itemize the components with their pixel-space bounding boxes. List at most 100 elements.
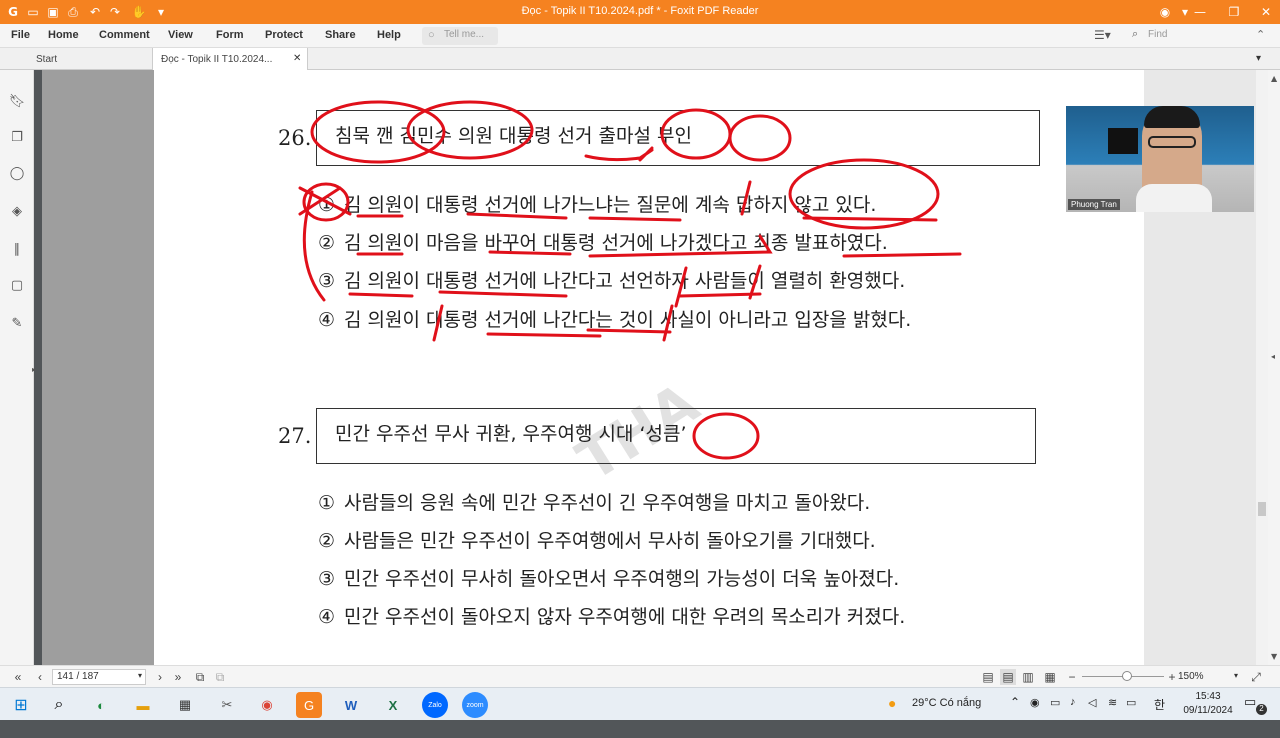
fullscreen-icon[interactable]: ⤢ — [1248, 669, 1264, 685]
option-text: 김 의원이 마음을 바꾸어 대통령 선거에 나가겠다고 최종 발표하였다. — [344, 232, 888, 254]
q27-option-2[interactable]: ② 사람들은 민간 우주선이 우주여행에서 무사히 돌아오기를 기대했다. — [318, 526, 876, 553]
layers-icon[interactable]: ◈ — [8, 202, 26, 220]
tell-me-search[interactable]: ○ Tell me... — [422, 27, 498, 45]
document-viewport[interactable]: THA 26. 침묵 깬 김민수 의원 대통령 선거 출마설 부인 ①김 의원이… — [42, 70, 1144, 665]
q26-option-4[interactable]: ④ 김 의원이 대통령 선거에 나간다는 것이 사실이 아니라고 입장을 밝혔다. — [318, 305, 911, 332]
pages-icon[interactable]: ❐ — [8, 128, 26, 146]
tab-start[interactable]: Start — [28, 48, 152, 70]
speaker-icon[interactable]: ◁ — [1088, 696, 1096, 729]
option-text: 사람들은 민간 우주선이 우주여행에서 무사히 돌아오기를 기대했다. — [344, 530, 876, 552]
battery-icon[interactable]: ▭ — [1126, 696, 1136, 729]
webcam-overlay[interactable]: Phuong Tran — [1066, 106, 1254, 212]
account-icon[interactable]: ◉ — [1156, 3, 1174, 21]
menu-protect[interactable]: Protect — [265, 29, 303, 41]
wifi-icon[interactable]: ≋ — [1108, 696, 1117, 729]
option-text: 김 의원이 대통령 선거에 나가느냐는 질문에 계속 답하지 않고 있다. — [344, 194, 877, 216]
zoom-dropdown-icon[interactable]: ▾ — [1234, 671, 1238, 680]
notification-icon[interactable]: ▭ — [1244, 694, 1256, 727]
zoom-level[interactable]: 150% ▾ — [1178, 669, 1244, 685]
last-page-icon[interactable]: » — [170, 669, 186, 685]
ribbon-menu-bar: File Home Comment View Form Protect Shar… — [0, 24, 1280, 48]
comments-icon[interactable]: ◯ — [8, 164, 26, 182]
find-placeholder: Find — [1148, 29, 1168, 40]
facing-view-icon[interactable]: ▥ — [1020, 669, 1036, 685]
search-icon: ⌕ — [1132, 28, 1139, 40]
signature-icon[interactable]: ✎ — [8, 314, 26, 332]
weather-text[interactable]: 29°C Có nắng — [912, 697, 981, 730]
security-lock-icon[interactable]: ▢ — [8, 276, 26, 294]
close-button[interactable]: ✕ — [1246, 0, 1280, 24]
chrome-icon[interactable]: ◉ — [254, 692, 280, 718]
continuous-view-icon[interactable]: ▤ — [1000, 669, 1016, 685]
next-view-icon[interactable]: ⧉ — [212, 669, 228, 685]
q27-option-3[interactable]: ③ 민간 우주선이 무사히 돌아오면서 우주여행의 가능성이 더욱 높아졌다. — [318, 564, 899, 591]
page-dropdown-icon[interactable]: ▾ — [138, 671, 142, 680]
language-icon[interactable]: 한 — [1154, 696, 1165, 729]
search-icon[interactable]: ⌕ — [46, 692, 72, 718]
webcam-hair — [1144, 106, 1200, 128]
snipping-tool-icon[interactable]: ✂ — [214, 692, 240, 718]
tab-document[interactable]: Đọc - Topik II T10.2024... ✕ — [152, 48, 308, 70]
word-icon[interactable]: W — [338, 692, 364, 718]
microsoft-store-icon[interactable]: ▦ — [172, 692, 198, 718]
edge-browser-icon[interactable]: ◐ — [88, 692, 114, 718]
zoom-app-icon[interactable]: zoom — [462, 692, 488, 718]
camera-tray-icon[interactable]: ◉ — [1030, 696, 1040, 729]
attachments-icon[interactable]: ∥ — [8, 240, 26, 258]
vertical-scrollbar[interactable] — [1256, 70, 1268, 665]
previous-page-icon[interactable]: ‹ — [32, 669, 48, 685]
first-page-icon[interactable]: « — [10, 669, 26, 685]
lightbulb-icon: ○ — [428, 29, 435, 41]
weather-icon[interactable]: ● — [888, 695, 896, 728]
page-number-input[interactable]: 141 / 187 ▾ — [52, 669, 146, 685]
find-input[interactable]: ⌕ Find — [1128, 27, 1244, 45]
zalo-icon[interactable]: Zalo — [422, 692, 448, 718]
screen-tray-icon[interactable]: ▭ — [1050, 696, 1060, 729]
panel-collapse-icon[interactable]: ◂ — [1271, 352, 1275, 361]
menu-help[interactable]: Help — [377, 29, 401, 41]
ribbon-collapse-icon[interactable]: ⌃ — [1256, 28, 1265, 41]
scrollbar-thumb[interactable] — [1258, 502, 1266, 516]
search-options-icon[interactable]: ☰▾ — [1094, 28, 1111, 42]
option-mark: ③ — [318, 568, 336, 590]
zoom-slider-handle[interactable] — [1122, 671, 1132, 681]
question-26-number: 26. — [278, 126, 312, 150]
option-mark: ③ — [318, 270, 336, 292]
question-26-headline: 침묵 깬 김민수 의원 대통령 선거 출마설 부인 — [316, 110, 1040, 166]
file-explorer-icon[interactable]: ▬ — [130, 692, 156, 718]
previous-view-icon[interactable]: ⧉ — [192, 669, 208, 685]
excel-icon[interactable]: X — [380, 692, 406, 718]
tab-list-dropdown-icon[interactable]: ▾ — [1256, 53, 1261, 64]
scroll-down-icon[interactable]: ▼ — [1271, 652, 1277, 661]
q26-option-2[interactable]: ② 김 의원이 마음을 바꾸어 대통령 선거에 나가겠다고 최종 발표하였다. — [318, 228, 888, 255]
menu-home[interactable]: Home — [48, 29, 79, 41]
sidebar-expand-icon[interactable]: ▸ — [30, 360, 38, 378]
page-number-value: 141 / 187 — [57, 671, 99, 682]
option-text: 민간 우주선이 무사히 돌아오면서 우주여행의 가능성이 더욱 높아졌다. — [344, 568, 900, 590]
menu-form[interactable]: Form — [216, 29, 244, 41]
foxit-taskbar-icon[interactable]: G — [296, 692, 322, 718]
tray-chevron-icon[interactable]: ⌃ — [1010, 695, 1020, 728]
q26-option-3[interactable]: ③ 김 의원이 대통령 선거에 나간다고 선언하자 사람들이 열렬히 환영했다. — [318, 266, 905, 293]
menu-view[interactable]: View — [168, 29, 193, 41]
scroll-up-icon[interactable]: ▲ — [1271, 74, 1277, 83]
single-page-view-icon[interactable]: ▤ — [980, 669, 996, 685]
q27-option-4[interactable]: ④ 민간 우주선이 돌아오지 않자 우주여행에 대한 우려의 목소리가 커졌다. — [318, 602, 905, 629]
clock-date[interactable]: 09/11/2024 — [1178, 705, 1238, 738]
menu-share[interactable]: Share — [325, 29, 356, 41]
question-27-number: 27. — [278, 424, 312, 448]
zoom-out-icon[interactable]: − — [1064, 669, 1080, 685]
q27-option-1[interactable]: ① 사람들의 응원 속에 민간 우주선이 긴 우주여행을 마치고 돌아왔다. — [318, 488, 870, 515]
option-mark: ① — [318, 194, 336, 216]
windows-start-icon[interactable]: ⊞ — [8, 692, 34, 718]
tab-close-icon[interactable]: ✕ — [293, 53, 301, 64]
continuous-facing-view-icon[interactable]: ▦ — [1042, 669, 1058, 685]
menu-comment[interactable]: Comment — [99, 29, 150, 41]
bookmark-icon[interactable]: 🔖︎ — [8, 92, 26, 110]
tell-me-placeholder: Tell me... — [444, 29, 485, 40]
menu-file[interactable]: File — [11, 29, 30, 41]
q26-option-1[interactable]: ① 김 의원이 대통령 선거에 나가느냐는 질문에 계속 답하지 않고 있다. — [318, 190, 876, 217]
next-page-icon[interactable]: › — [152, 669, 168, 685]
microphone-icon[interactable]: ♪ — [1070, 696, 1076, 729]
option-mark: ④ — [318, 606, 336, 628]
